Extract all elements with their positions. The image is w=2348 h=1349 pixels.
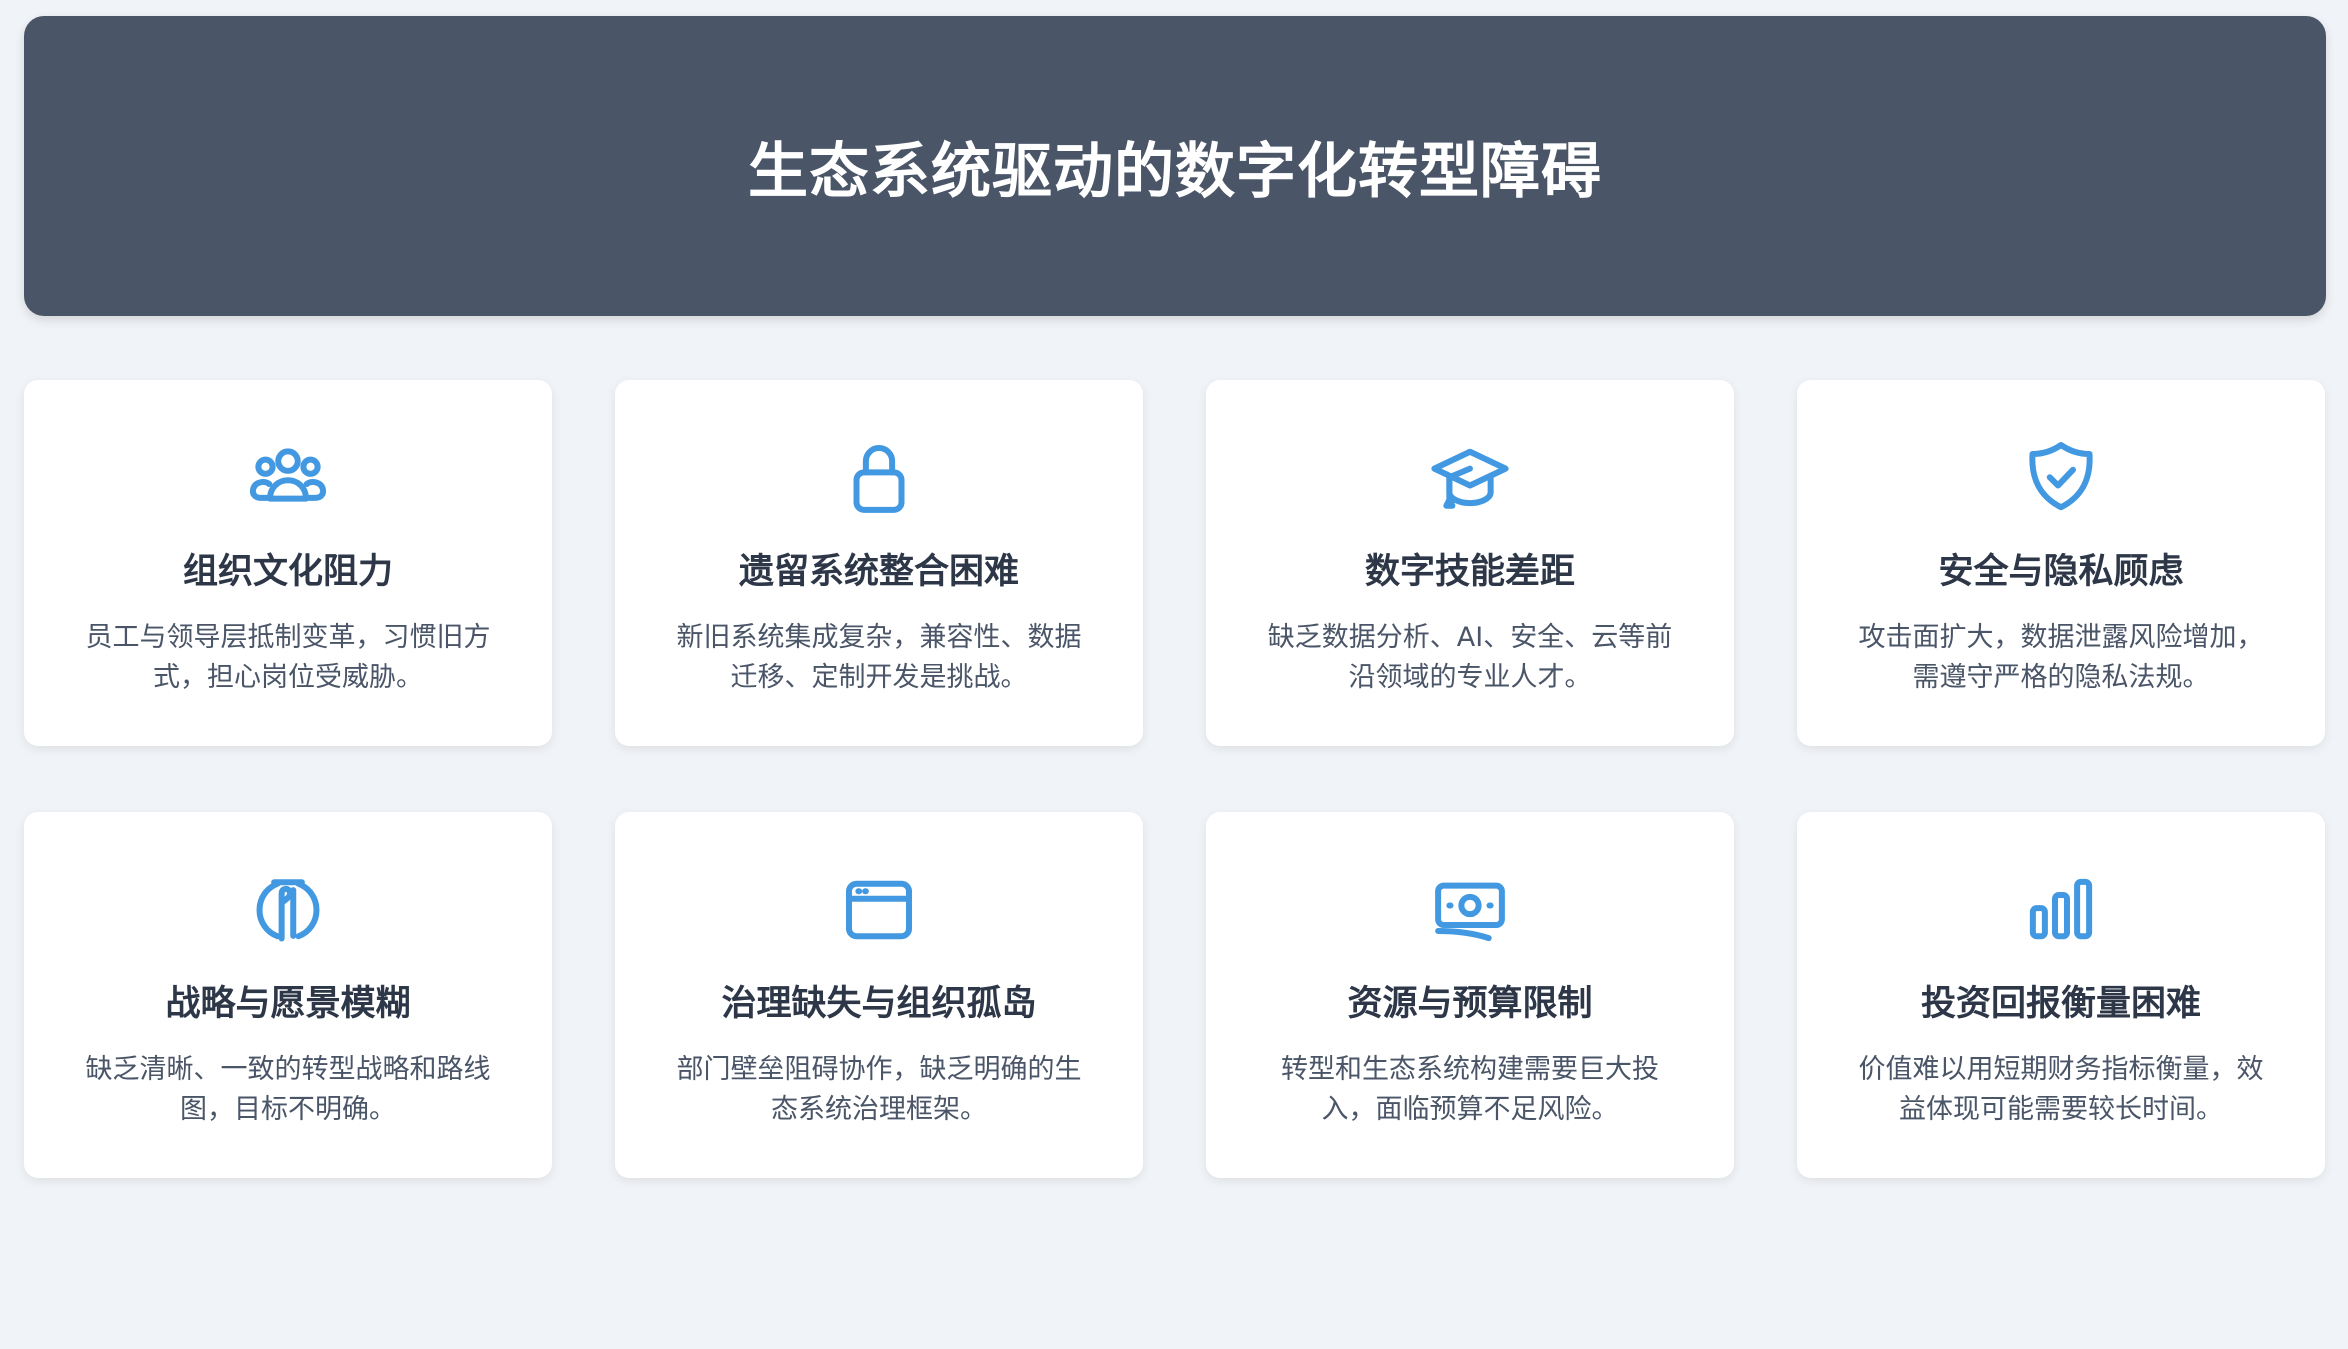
card-description: 部门壁垒阻碍协作，缺乏明确的生态系统治理框架。	[676, 1054, 1082, 1125]
card-title: 组织文化阻力	[182, 552, 393, 592]
card-title: 投资回报衡量困难	[1920, 984, 2201, 1024]
shield-check-icon	[2016, 433, 2106, 523]
card-title: 治理缺失与组织孤岛	[721, 984, 1037, 1024]
users-icon	[243, 433, 333, 523]
browser-window-icon	[834, 865, 924, 955]
obstacle-card: 数字技能差距 缺乏数据分析、AI、安全、云等前沿领域的专业人才。	[1206, 380, 1734, 746]
graduation-cap-icon	[1425, 433, 1515, 523]
page-title: 生态系统驱动的数字化转型障碍	[748, 136, 1602, 207]
card-description: 缺乏数据分析、AI、安全、云等前沿领域的专业人才。	[1267, 622, 1673, 693]
obstacle-grid: 组织文化阻力 员工与领导层抵制变革，习惯旧方式，担心岗位受威胁。 遗留系统整合困…	[24, 380, 2326, 1178]
card-title: 战略与愿景模糊	[165, 984, 411, 1024]
card-title: 数字技能差距	[1364, 552, 1575, 592]
lock-icon	[834, 433, 924, 523]
card-description: 转型和生态系统构建需要巨大投入，面临预算不足风险。	[1281, 1054, 1659, 1125]
money-icon	[1425, 865, 1515, 955]
obstacle-card: 投资回报衡量困难 价值难以用短期财务指标衡量，效益体现可能需要较长时间。	[1797, 812, 2325, 1178]
card-description: 价值难以用短期财务指标衡量，效益体现可能需要较长时间。	[1858, 1054, 2264, 1125]
card-description: 新旧系统集成复杂，兼容性、数据迁移、定制开发是挑战。	[676, 622, 1082, 693]
obstacle-card: 治理缺失与组织孤岛 部门壁垒阻碍协作，缺乏明确的生态系统治理框架。	[615, 812, 1143, 1178]
obstacle-card: 组织文化阻力 员工与领导层抵制变革，习惯旧方式，担心岗位受威胁。	[24, 380, 552, 746]
card-title: 安全与隐私顾虑	[1938, 552, 2184, 592]
header-banner: 生态系统驱动的数字化转型障碍	[24, 16, 2326, 316]
card-description: 攻击面扩大，数据泄露风险增加，需遵守严格的隐私法规。	[1858, 622, 2264, 693]
card-description: 员工与领导层抵制变革，习惯旧方式，担心岗位受威胁。	[85, 622, 491, 693]
bar-chart-icon	[2016, 865, 2106, 955]
card-description: 缺乏清晰、一致的转型战略和路线图，目标不明确。	[85, 1054, 491, 1125]
obstacle-card: 遗留系统整合困难 新旧系统集成复杂，兼容性、数据迁移、定制开发是挑战。	[615, 380, 1143, 746]
card-title: 遗留系统整合困难	[738, 552, 1019, 592]
obstacle-card: 资源与预算限制 转型和生态系统构建需要巨大投入，面临预算不足风险。	[1206, 812, 1734, 1178]
strategy-icon	[243, 865, 333, 955]
obstacle-card: 安全与隐私顾虑 攻击面扩大，数据泄露风险增加，需遵守严格的隐私法规。	[1797, 380, 2325, 746]
obstacle-card: 战略与愿景模糊 缺乏清晰、一致的转型战略和路线图，目标不明确。	[24, 812, 552, 1178]
card-title: 资源与预算限制	[1347, 984, 1593, 1024]
